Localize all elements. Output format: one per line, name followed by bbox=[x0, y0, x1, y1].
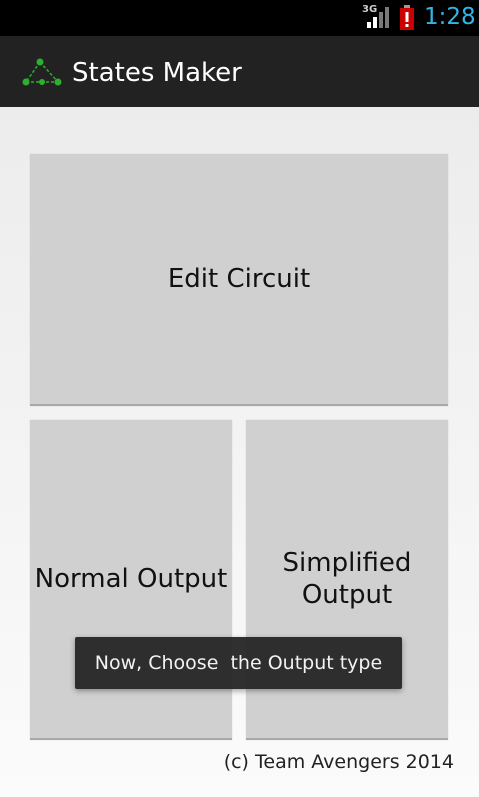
edit-circuit-label: Edit Circuit bbox=[167, 264, 311, 294]
simplified-output-button[interactable]: Simplified Output bbox=[246, 420, 448, 740]
status-clock: 1:28 bbox=[424, 4, 476, 30]
action-bar: States Maker bbox=[0, 36, 479, 107]
status-bar: 3G 1:28 bbox=[0, 0, 479, 36]
normal-output-button[interactable]: Normal Output bbox=[30, 420, 232, 740]
signal-icon bbox=[366, 6, 390, 33]
edit-circuit-button[interactable]: Edit Circuit bbox=[30, 154, 448, 406]
copyright-footer: (c) Team Avengers 2014 bbox=[223, 751, 454, 773]
app-logo-icon[interactable] bbox=[18, 56, 66, 95]
app-title: States Maker bbox=[72, 58, 242, 88]
battery-alert-icon bbox=[399, 5, 415, 36]
simplified-output-label: Simplified Output bbox=[282, 548, 412, 610]
normal-output-label: Normal Output bbox=[34, 564, 228, 594]
toast-message: Now, Choose the Output type bbox=[75, 637, 402, 689]
